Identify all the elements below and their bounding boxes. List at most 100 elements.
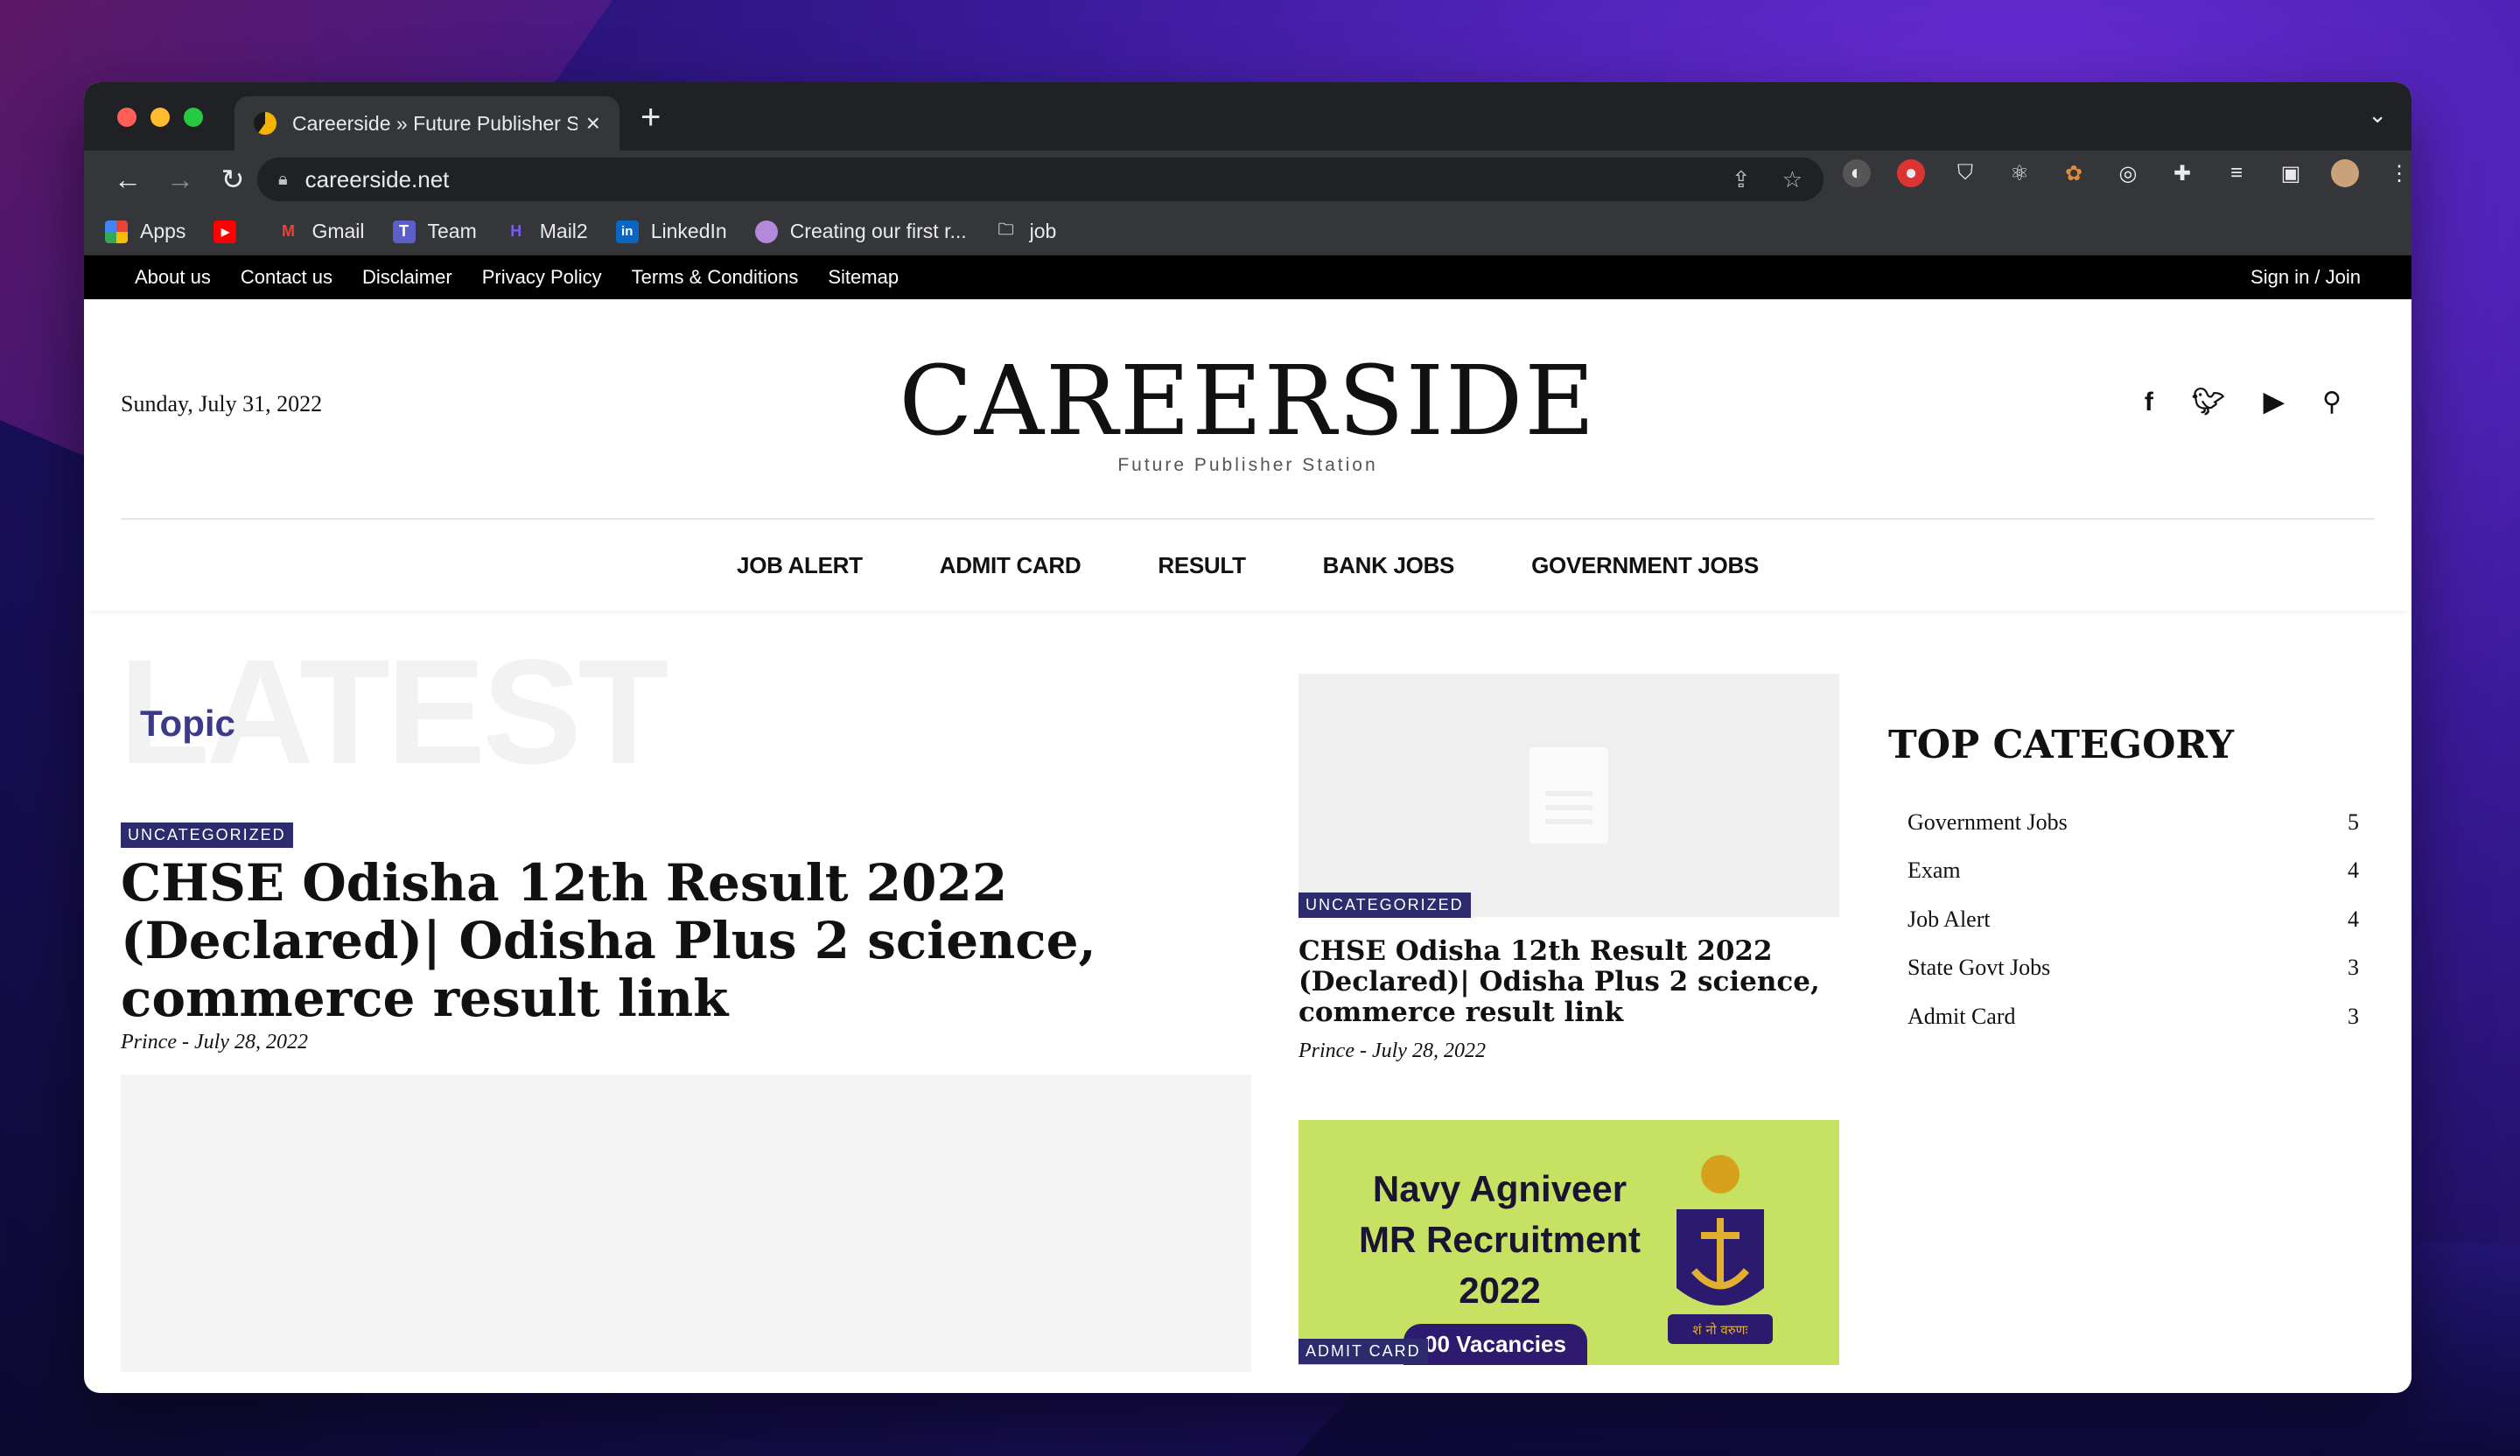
thumbnail-headline: Navy Agniveer MR Recruitment 2022 — [1334, 1164, 1666, 1316]
category-item[interactable]: Job Alert 4 — [1908, 895, 2359, 944]
bookmarks-bar: Apps ▶ M Gmail T Team H Mail2 in LinkedI… — [84, 208, 2412, 256]
category-badge[interactable]: UNCATEGORIZED — [121, 822, 293, 848]
browser-tab[interactable]: Careerside » Future Publisher S × — [234, 96, 620, 150]
reload-icon[interactable]: ↻ — [206, 163, 259, 196]
bookmark-label: Mail2 — [539, 220, 588, 242]
category-badge[interactable]: UNCATEGORIZED — [1298, 892, 1471, 918]
youtube-icon: ▶ — [214, 220, 237, 243]
header-divider — [121, 518, 2375, 520]
nav-government-jobs[interactable]: GOVERNMENT JOBS — [1531, 552, 1759, 579]
gmail-icon: M — [281, 222, 295, 240]
meta-separator: - — [181, 1031, 194, 1054]
bookmark-job-folder[interactable]: 🗀︎ job — [995, 220, 1057, 243]
side-panel-icon[interactable]: ▣ — [2277, 159, 2305, 187]
new-tab-icon[interactable]: + — [640, 98, 661, 137]
lock-icon[interactable]: 🔒︎ — [278, 170, 288, 190]
facebook-icon[interactable]: f — [2145, 388, 2153, 417]
nav-job-alert[interactable]: JOB ALERT — [737, 552, 863, 579]
thumbnail-line: Navy Agniveer — [1372, 1168, 1628, 1209]
topbar-link-privacy[interactable]: Privacy Policy — [482, 266, 602, 289]
lead-article-title[interactable]: CHSE Odisha 12th Result 2022 (Declared)|… — [121, 854, 1258, 1027]
topbar-link-about[interactable]: About us — [135, 266, 211, 289]
bookmark-creating[interactable]: Creating our first r... — [754, 220, 967, 243]
category-count: 3 — [2348, 955, 2359, 981]
section-title: Topic — [140, 703, 235, 744]
nav-result[interactable]: RESULT — [1158, 552, 1246, 579]
nav-admit-card[interactable]: ADMIT CARD — [940, 552, 1082, 579]
share-icon[interactable]: ⇪ — [1732, 166, 1751, 193]
minimize-window-button[interactable] — [150, 108, 170, 127]
topbar-link-sitemap[interactable]: Sitemap — [828, 266, 899, 289]
article-thumbnail-navy[interactable]: Navy Agniveer MR Recruitment 2022 शं नो … — [1298, 1120, 1839, 1365]
profile-avatar[interactable] — [2331, 159, 2359, 187]
bookmark-label: Team — [427, 220, 477, 242]
category-name: Job Alert — [1908, 906, 1991, 932]
back-icon[interactable]: ← — [102, 164, 154, 196]
bookmark-label: Apps — [140, 220, 186, 242]
address-bar[interactable]: 🔒︎ careerside.net ⇪ ☆ — [257, 158, 1824, 201]
close-window-button[interactable] — [117, 108, 136, 127]
topbar-link-contact[interactable]: Contact us — [241, 266, 332, 289]
article-meta: Prince - July 28, 2022 — [1298, 1040, 1486, 1063]
bookmark-linkedin[interactable]: in LinkedIn — [615, 220, 727, 243]
bookmark-label: LinkedIn — [650, 220, 727, 242]
extensions-area: ◐ ● ⛉ ⚛ ✿ ◎ ✚ ≡ ▣ ⋮ — [1843, 159, 2412, 187]
bookmark-star-icon[interactable]: ☆ — [1782, 166, 1802, 193]
bookmark-mail2[interactable]: H Mail2 — [505, 220, 588, 243]
category-name: Admit Card — [1908, 1003, 2016, 1029]
lead-article-meta: Prince - July 28, 2022 — [121, 1031, 308, 1054]
search-icon[interactable]: ⚲ — [2322, 387, 2342, 417]
lead-article-image[interactable] — [121, 1074, 1251, 1372]
topbar-link-disclaimer[interactable]: Disclaimer — [362, 266, 452, 289]
category-item[interactable]: Government Jobs 5 — [1908, 798, 2359, 847]
category-badge[interactable]: ADMIT CARD — [1298, 1339, 1428, 1364]
article-author[interactable]: Prince — [121, 1031, 177, 1054]
bookmark-gmail[interactable]: M Gmail — [276, 220, 365, 243]
linkedin-icon: in — [615, 220, 639, 243]
category-count: 5 — [2348, 808, 2359, 835]
signin-link[interactable]: Sign in / Join — [2250, 266, 2361, 289]
category-item[interactable]: Exam 4 — [1908, 847, 2359, 896]
article-thumbnail-placeholder[interactable] — [1298, 674, 1839, 917]
nav-bank-jobs[interactable]: BANK JOBS — [1323, 552, 1455, 579]
youtube-icon[interactable]: ▶ — [2264, 387, 2284, 417]
thumbnail-line: MR Recruitment — [1358, 1219, 1642, 1260]
tab-close-icon[interactable]: × — [586, 109, 600, 137]
category-item[interactable]: Admit Card 3 — [1908, 992, 2359, 1041]
category-name: Exam — [1908, 858, 1961, 884]
meta-separator: - — [1359, 1040, 1372, 1062]
site-logo[interactable]: CAREERSIDE — [84, 345, 2412, 457]
article-title[interactable]: CHSE Odisha 12th Result 2022 (Declared)|… — [1298, 936, 1839, 1028]
maximize-window-button[interactable] — [184, 108, 203, 127]
article-author[interactable]: Prince — [1298, 1040, 1354, 1062]
tab-strip: Careerside » Future Publisher S × + ⌄ — [84, 82, 2412, 150]
avatar-icon — [754, 220, 778, 243]
cookie-icon[interactable]: ✿ — [2060, 159, 2088, 187]
topbar-link-terms[interactable]: Terms & Conditions — [632, 266, 799, 289]
sidebar-title: TOP CATEGORY — [1888, 723, 2235, 767]
site-top-bar: About us Contact us Disclaimer Privacy P… — [84, 256, 2412, 299]
window-controls — [117, 108, 203, 127]
shield-icon[interactable]: ⛉ — [1951, 159, 1979, 187]
tab-title: Careerside » Future Publisher S — [292, 111, 578, 135]
puzzle-icon[interactable]: ✚ — [2168, 159, 2196, 187]
category-item[interactable]: State Govt Jobs 3 — [1908, 944, 2359, 993]
site-tagline: Future Publisher Station — [1117, 455, 1378, 475]
menu-dots-icon[interactable]: ⋮ — [2385, 159, 2412, 187]
screenshot-icon[interactable]: ◎ — [2114, 159, 2142, 187]
category-name: State Govt Jobs — [1908, 955, 2051, 981]
react-devtools-icon[interactable]: ⚛ — [2006, 159, 2034, 187]
media-control-icon[interactable]: ≡ — [2222, 159, 2250, 187]
emblem-text: शं नो वरुणः — [1692, 1322, 1748, 1338]
extension-badge-icon[interactable]: ● — [1897, 159, 1925, 187]
bookmark-team[interactable]: T Team — [392, 220, 477, 243]
bookmark-youtube[interactable]: ▶ — [214, 220, 248, 243]
forward-icon[interactable]: → — [154, 164, 206, 196]
category-list: Government Jobs 5 Exam 4 Job Alert 4 Sta… — [1908, 798, 2359, 1041]
site-header: Sunday, July 31, 2022 CAREERSIDE Future … — [84, 299, 2412, 520]
bookmark-label: job — [1029, 220, 1057, 242]
bookmark-apps[interactable]: Apps — [105, 220, 186, 243]
twitter-icon[interactable]: 🐦︎ — [2192, 387, 2225, 417]
tab-search-chevron-icon[interactable]: ⌄ — [2368, 102, 2387, 129]
extension-icon[interactable]: ◐ — [1843, 159, 1871, 187]
